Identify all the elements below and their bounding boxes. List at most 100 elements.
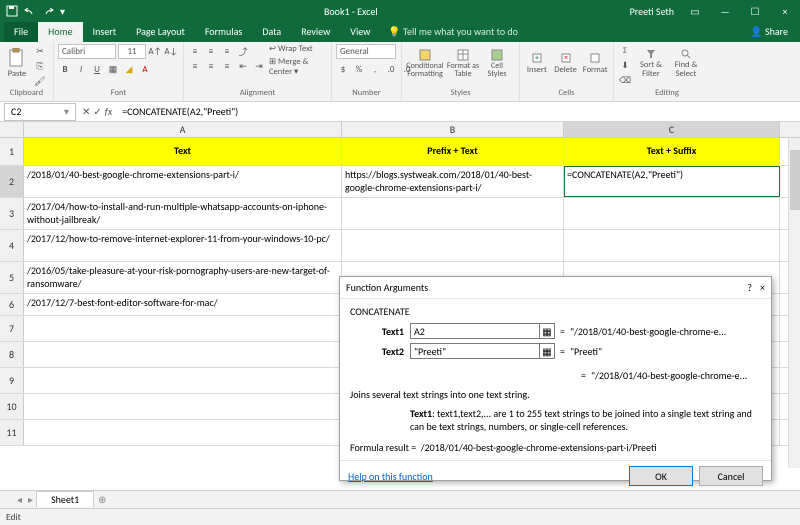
cell-C1[interactable]: Text + Suffix — [564, 138, 780, 165]
accounting-format-icon[interactable]: $ — [336, 62, 350, 76]
cell-A11[interactable] — [24, 420, 342, 445]
tab-review[interactable]: Review — [291, 22, 340, 42]
cell-C3[interactable] — [564, 198, 780, 229]
tab-data[interactable]: Data — [252, 22, 291, 42]
find-select-button[interactable]: Find & Select — [670, 44, 702, 82]
italic-icon[interactable]: I — [74, 62, 88, 76]
dialog-title-bar[interactable]: Function Arguments ? × — [340, 277, 771, 299]
save-icon[interactable] — [6, 5, 18, 17]
row-header-3[interactable]: 3 — [0, 198, 24, 229]
cell-B4[interactable] — [342, 230, 564, 261]
cell-B2[interactable]: https://blogs.systweak.com/2018/01/40-be… — [342, 166, 564, 197]
cut-icon[interactable]: ✂ — [33, 44, 47, 58]
row-header-9[interactable]: 9 — [0, 368, 24, 393]
insert-cells-button[interactable]: +Insert — [524, 44, 550, 82]
copy-icon[interactable]: ⎘ — [33, 59, 47, 73]
undo-icon[interactable] — [24, 5, 36, 17]
row-header-7[interactable]: 7 — [0, 316, 24, 341]
name-box-dropdown-icon[interactable]: ▾ — [64, 105, 69, 118]
conditional-formatting-button[interactable]: Conditional Formatting — [406, 44, 444, 82]
fill-icon[interactable]: ⬇ — [618, 59, 632, 73]
row-header-2[interactable]: 2 — [0, 166, 24, 197]
scrollbar-thumb[interactable] — [790, 150, 800, 210]
tab-page-layout[interactable]: Page Layout — [126, 22, 195, 42]
fx-icon[interactable]: fx — [105, 105, 112, 118]
row-header-6[interactable]: 6 — [0, 294, 24, 315]
ok-button[interactable]: OK — [629, 466, 693, 486]
arg1-input[interactable] — [410, 323, 540, 339]
underline-icon[interactable]: U — [90, 62, 104, 76]
sheet-nav-next-icon[interactable]: ▸ — [25, 493, 36, 506]
cell-A1[interactable]: Text — [24, 138, 342, 165]
qat-dropdown-icon[interactable]: ▾ — [60, 5, 72, 17]
font-name-selector[interactable]: Calibri — [58, 44, 116, 59]
dialog-help-link[interactable]: Help on this function — [348, 470, 433, 483]
format-cells-button[interactable]: Format — [581, 44, 609, 82]
delete-cells-button[interactable]: ×Delete — [553, 44, 579, 82]
column-header-A[interactable]: A — [24, 122, 342, 137]
align-bottom-icon[interactable]: ≡ — [220, 44, 234, 58]
font-color-icon[interactable]: A — [138, 62, 152, 76]
cancel-button[interactable]: Cancel — [699, 466, 763, 486]
font-size-selector[interactable]: 11 — [118, 44, 146, 59]
dialog-close-icon[interactable]: × — [760, 281, 765, 294]
maximize-icon[interactable]: ☐ — [740, 5, 770, 18]
number-format-selector[interactable]: General — [336, 44, 396, 59]
row-header-1[interactable]: 1 — [0, 138, 24, 165]
align-center-icon[interactable]: ≡ — [204, 59, 218, 73]
column-header-C[interactable]: C — [564, 122, 780, 137]
align-right-icon[interactable]: ≡ — [220, 59, 234, 73]
wrap-text-button[interactable]: ↩ Wrap Text — [269, 44, 327, 54]
tab-file[interactable]: File — [4, 22, 38, 42]
tab-view[interactable]: View — [340, 22, 380, 42]
formula-input[interactable]: =CONCATENATE(A2,"Preeti") — [118, 105, 800, 118]
cell-C2[interactable]: =CONCATENATE(A2,"Preeti") — [564, 166, 780, 197]
decrease-indent-icon[interactable]: ⇤ — [236, 59, 250, 73]
arg2-input[interactable] — [410, 343, 540, 359]
cell-B1[interactable]: Prefix + Text — [342, 138, 564, 165]
merge-center-button[interactable]: ⊞ Merge & Center ▾ — [269, 57, 327, 77]
tab-formulas[interactable]: Formulas — [195, 22, 252, 42]
increase-decimal-icon[interactable]: .0 — [384, 62, 398, 76]
bold-icon[interactable]: B — [58, 62, 72, 76]
orientation-icon[interactable]: ⤴ — [236, 44, 250, 58]
clear-icon[interactable]: ⌫ — [618, 74, 632, 88]
cell-A8[interactable] — [24, 342, 342, 367]
arg2-range-icon[interactable]: ▦ — [540, 343, 555, 359]
cell-A5[interactable]: /2016/05/take-pleasure-at-your-risk-porn… — [24, 262, 342, 293]
align-middle-icon[interactable]: ≡ — [204, 44, 218, 58]
autosum-icon[interactable]: Σ — [618, 44, 632, 58]
format-as-table-button[interactable]: Format as Table — [446, 44, 480, 82]
cell-A9[interactable] — [24, 368, 342, 393]
sort-filter-button[interactable]: Sort & Filter — [635, 44, 667, 82]
row-header-5[interactable]: 5 — [0, 262, 24, 293]
share-button[interactable]: 👤 Share — [738, 22, 800, 42]
align-top-icon[interactable]: ≡ — [188, 44, 202, 58]
percent-format-icon[interactable]: % — [352, 62, 366, 76]
paste-button[interactable]: Paste — [4, 44, 30, 82]
cell-A4[interactable]: /2017/12/how-to-remove-internet-explorer… — [24, 230, 342, 261]
select-all-corner[interactable] — [0, 122, 24, 137]
increase-indent-icon[interactable]: ⇥ — [252, 59, 266, 73]
tab-home[interactable]: Home — [38, 22, 82, 42]
redo-icon[interactable] — [42, 5, 54, 17]
border-icon[interactable]: ▦ — [106, 62, 120, 76]
row-header-8[interactable]: 8 — [0, 342, 24, 367]
sheet-nav-prev-icon[interactable]: ◂ — [14, 493, 25, 506]
ribbon-options-icon[interactable]: ▭ — [680, 5, 710, 18]
cell-C4[interactable] — [564, 230, 780, 261]
format-painter-icon[interactable]: 🖌 — [33, 74, 47, 88]
cell-A2[interactable]: /2018/01/40-best-google-chrome-extension… — [24, 166, 342, 197]
cell-A6[interactable]: /2017/12/7-best-font-editor-software-for… — [24, 294, 342, 315]
name-box[interactable]: C2▾ — [4, 103, 76, 121]
decrease-font-icon[interactable]: A↓ — [164, 45, 178, 59]
dialog-help-icon[interactable]: ? — [747, 281, 752, 294]
cancel-formula-icon[interactable]: ✕ — [82, 105, 90, 118]
column-header-B[interactable]: B — [342, 122, 564, 137]
vertical-scrollbar[interactable] — [788, 138, 800, 468]
tell-me[interactable]: 💡 Tell me what you want to do — [380, 22, 526, 42]
sheet-tab-sheet1[interactable]: Sheet1 — [36, 491, 94, 507]
cell-styles-button[interactable]: Cell Styles — [482, 44, 512, 82]
fill-color-icon[interactable]: ◢ — [122, 62, 136, 76]
comma-format-icon[interactable]: , — [368, 62, 382, 76]
